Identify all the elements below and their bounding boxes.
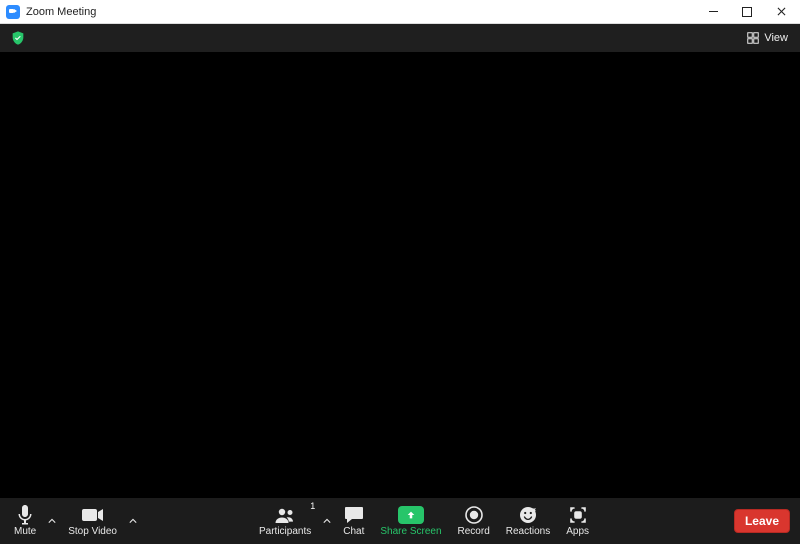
mute-options-caret[interactable] — [44, 500, 60, 542]
leave-button[interactable]: Leave — [734, 509, 790, 533]
apps-icon — [569, 504, 587, 526]
leave-label: Leave — [745, 514, 779, 528]
apps-label: Apps — [566, 526, 589, 538]
window-close-button[interactable] — [764, 0, 798, 24]
reactions-icon — [519, 504, 537, 526]
meeting-toolbar: Mute Stop Video 1 Participants Chat — [0, 498, 800, 544]
participants-icon — [274, 504, 296, 526]
video-options-caret[interactable] — [125, 500, 141, 542]
view-button[interactable]: View — [741, 30, 794, 46]
reactions-label: Reactions — [506, 526, 550, 538]
window-titlebar: Zoom Meeting — [0, 0, 800, 24]
share-screen-label: Share Screen — [380, 526, 441, 538]
meeting-topbar: View — [0, 24, 800, 52]
reactions-button[interactable]: Reactions — [498, 500, 558, 542]
share-screen-button[interactable]: Share Screen — [372, 500, 449, 542]
apps-button[interactable]: Apps — [558, 500, 597, 542]
video-area — [0, 52, 800, 498]
chat-label: Chat — [343, 526, 364, 538]
participants-count: 1 — [310, 501, 315, 511]
participants-button[interactable]: 1 Participants — [251, 500, 319, 542]
window-minimize-button[interactable] — [696, 0, 730, 24]
stop-video-button[interactable]: Stop Video — [60, 500, 125, 542]
mute-label: Mute — [14, 526, 36, 538]
record-label: Record — [458, 526, 490, 538]
participants-options-caret[interactable] — [319, 500, 335, 542]
camera-icon — [82, 504, 104, 526]
record-icon — [465, 504, 483, 526]
participants-label: Participants — [259, 526, 311, 538]
chat-button[interactable]: Chat — [335, 500, 372, 542]
encryption-shield-icon[interactable] — [10, 30, 26, 46]
window-title: Zoom Meeting — [26, 6, 96, 18]
window-maximize-button[interactable] — [730, 0, 764, 24]
microphone-icon — [17, 504, 33, 526]
grid-icon — [747, 32, 759, 44]
mute-button[interactable]: Mute — [6, 500, 44, 542]
zoom-app-icon — [6, 5, 20, 19]
record-button[interactable]: Record — [450, 500, 498, 542]
share-screen-icon — [398, 506, 424, 524]
chat-icon — [344, 504, 364, 526]
view-label: View — [764, 32, 788, 44]
stop-video-label: Stop Video — [68, 526, 117, 538]
